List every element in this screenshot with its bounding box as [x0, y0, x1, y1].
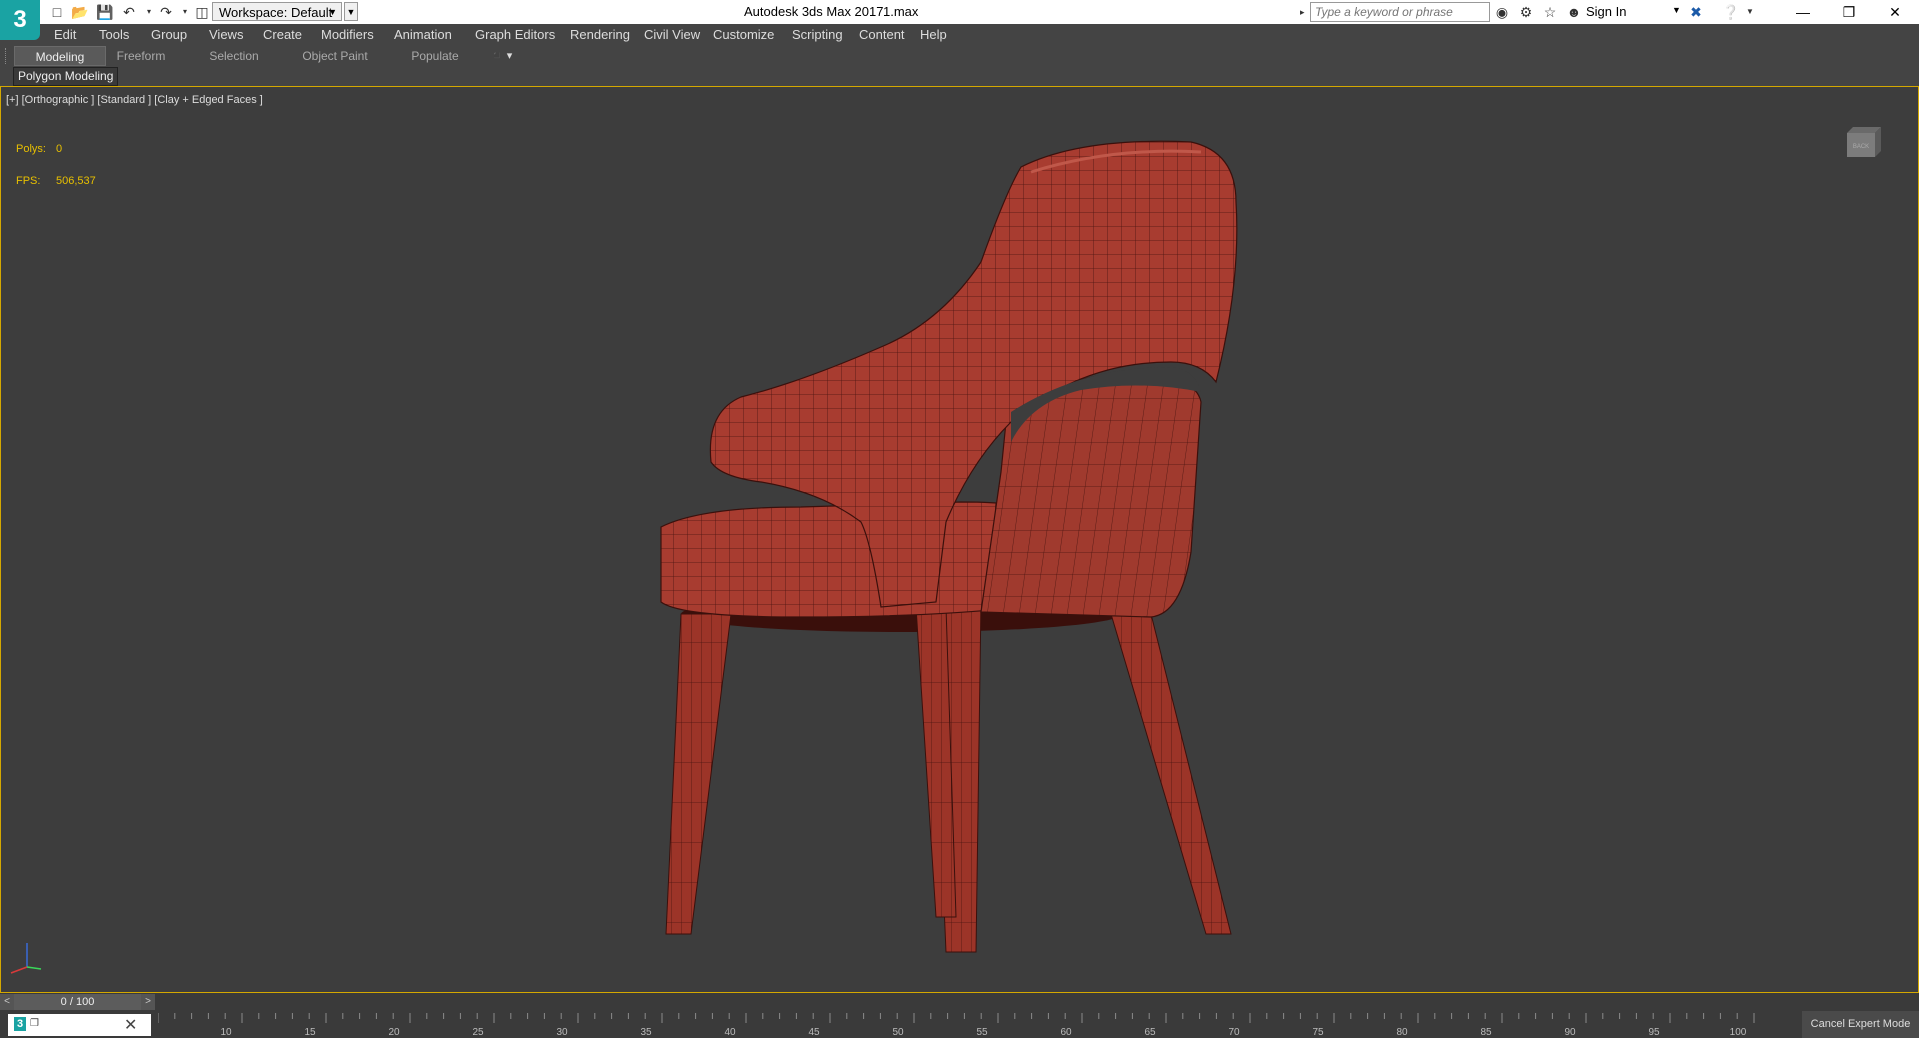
- title-bar: 3 □ 📂 💾 ↶ ▾ ↷ ▾ ◫ Workspace: Default ▼ ▼…: [0, 0, 1919, 40]
- open-file-icon[interactable]: 📂: [71, 3, 89, 21]
- tick-label: 45: [808, 1027, 820, 1038]
- chair-leg-back-right: [1110, 613, 1232, 935]
- chair-model[interactable]: [601, 127, 1361, 1007]
- time-slider-bar: < 0 / 100 >: [0, 993, 1919, 1011]
- search-input[interactable]: [1310, 2, 1490, 22]
- ribbon-panel-row: Polygon Modeling: [0, 66, 1919, 86]
- quick-access-customize-button[interactable]: ▼: [344, 2, 358, 21]
- tick-label: 40: [724, 1027, 736, 1038]
- ribbon-tab-bar: Modeling Freeform Selection Object Paint…: [0, 46, 1919, 66]
- track-bar: 3 ❐ ✕ 10 15 20 25 30 35 40 45 50 55 60 6…: [0, 1011, 1919, 1038]
- tick-label: 55: [976, 1027, 988, 1038]
- tick-label: 95: [1648, 1027, 1660, 1038]
- tick-label: 90: [1564, 1027, 1576, 1038]
- viewport[interactable]: [+] [Orthographic ] [Standard ] [Clay + …: [0, 86, 1919, 993]
- menu-item-scripting[interactable]: Scripting: [792, 27, 843, 42]
- polys-value: 0: [56, 143, 63, 155]
- workspace-label: Workspace: Default: [219, 5, 333, 20]
- menu-item-modifiers[interactable]: Modifiers: [321, 27, 374, 42]
- tab-populate[interactable]: Populate: [400, 46, 470, 66]
- user-icon[interactable]: ☻: [1564, 3, 1584, 21]
- tick-label: 75: [1312, 1027, 1324, 1038]
- tab-freeform[interactable]: Freeform: [106, 46, 176, 66]
- undo-dropdown-icon[interactable]: ▾: [140, 3, 158, 21]
- tick-label: 85: [1480, 1027, 1492, 1038]
- maxscript-logo-icon: 3: [14, 1017, 26, 1031]
- close-button[interactable]: ✕: [1872, 0, 1918, 24]
- tick-label: 60: [1060, 1027, 1072, 1038]
- axis-tripod-icon: [10, 943, 42, 974]
- restore-button[interactable]: ❐: [1826, 0, 1872, 24]
- tick-label: 15: [304, 1027, 316, 1038]
- workspace-dropdown[interactable]: Workspace: Default ▼: [212, 2, 342, 21]
- close-icon[interactable]: ✕: [124, 1015, 137, 1035]
- polys-label: Polys:: [16, 143, 46, 155]
- cancel-expert-mode-button[interactable]: Cancel Expert Mode: [1802, 1011, 1919, 1038]
- fps-label: FPS:: [16, 175, 41, 187]
- ribbon-options-icon[interactable]: ◾ ▾: [490, 49, 512, 62]
- project-folder-icon[interactable]: ◫: [193, 3, 211, 21]
- new-file-icon[interactable]: □: [48, 3, 66, 21]
- tick-label: 65: [1144, 1027, 1156, 1038]
- tick-label: 70: [1228, 1027, 1240, 1038]
- menu-item-views[interactable]: Views: [209, 27, 243, 42]
- menu-item-content[interactable]: Content: [859, 27, 905, 42]
- tick-label: 100: [1729, 1027, 1747, 1038]
- tick-label: 10: [220, 1027, 232, 1038]
- save-icon[interactable]: 💾: [96, 3, 114, 21]
- chair-leg-front-left: [665, 613, 732, 935]
- ribbon-grip-handle[interactable]: [5, 48, 9, 64]
- menu-item-graph-editors[interactable]: Graph Editors: [475, 27, 555, 42]
- tab-object-paint[interactable]: Object Paint: [295, 46, 375, 66]
- search-expand-icon[interactable]: ▸: [1300, 3, 1310, 21]
- sign-in-button[interactable]: Sign In: [1586, 4, 1626, 19]
- menu-item-animation[interactable]: Animation: [394, 27, 452, 42]
- file-name: 1.max: [883, 4, 919, 19]
- menu-item-create[interactable]: Create: [263, 27, 302, 42]
- exchange-apps-icon[interactable]: ✖: [1686, 3, 1706, 21]
- chevron-down-icon[interactable]: ▼: [1672, 5, 1681, 15]
- viewcube-face-label: BACK: [1853, 144, 1869, 150]
- menu-bar: Edit Tools Group Views Create Modifiers …: [0, 24, 1919, 46]
- minimize-button[interactable]: —: [1780, 0, 1826, 24]
- timeline-tick-labels: 10 15 20 25 30 35 40 45 50 55 60 65 70 7…: [158, 1011, 1758, 1038]
- redo-dropdown-icon[interactable]: ▾: [176, 3, 194, 21]
- app-logo-icon[interactable]: 3: [0, 0, 40, 40]
- polygon-modeling-panel[interactable]: Polygon Modeling: [13, 67, 119, 86]
- restore-icon[interactable]: ❐: [30, 1018, 39, 1029]
- help-dropdown-icon[interactable]: ▼: [1740, 3, 1760, 21]
- menu-item-customize[interactable]: Customize: [713, 27, 774, 42]
- favorites-star-icon[interactable]: ☆: [1540, 3, 1560, 21]
- menu-item-edit[interactable]: Edit: [54, 27, 76, 42]
- time-prev-button[interactable]: <: [0, 994, 14, 1010]
- viewcube-icon[interactable]: BACK: [1843, 127, 1881, 159]
- time-next-button[interactable]: >: [141, 994, 155, 1010]
- tab-selection[interactable]: Selection: [199, 46, 269, 66]
- chevron-down-icon: ▼: [328, 7, 337, 17]
- subscription-icon[interactable]: ⚙: [1516, 3, 1536, 21]
- maxscript-mini-listener[interactable]: 3 ❐ ✕: [8, 1014, 151, 1036]
- help-icon[interactable]: ❔: [1721, 3, 1741, 21]
- time-slider[interactable]: 0 / 100: [14, 994, 141, 1010]
- tick-label: 35: [640, 1027, 652, 1038]
- menu-item-help[interactable]: Help: [920, 27, 947, 42]
- menu-item-civil-view[interactable]: Civil View: [644, 27, 700, 42]
- tick-label: 30: [556, 1027, 568, 1038]
- window-title: Autodesk 3ds Max 2017: [744, 4, 884, 19]
- tick-label: 20: [388, 1027, 400, 1038]
- tick-label: 80: [1396, 1027, 1408, 1038]
- tick-label: 25: [472, 1027, 484, 1038]
- undo-icon[interactable]: ↶: [120, 3, 138, 21]
- menu-item-rendering[interactable]: Rendering: [570, 27, 630, 42]
- redo-icon[interactable]: ↷: [157, 3, 175, 21]
- binoculars-icon[interactable]: ◉: [1492, 3, 1512, 21]
- menu-item-group[interactable]: Group: [151, 27, 187, 42]
- fps-value: 506,537: [56, 175, 96, 187]
- tick-label: 50: [892, 1027, 904, 1038]
- menu-item-tools[interactable]: Tools: [99, 27, 129, 42]
- tab-modeling[interactable]: Modeling: [14, 46, 106, 66]
- viewport-label[interactable]: [+] [Orthographic ] [Standard ] [Clay + …: [6, 94, 263, 106]
